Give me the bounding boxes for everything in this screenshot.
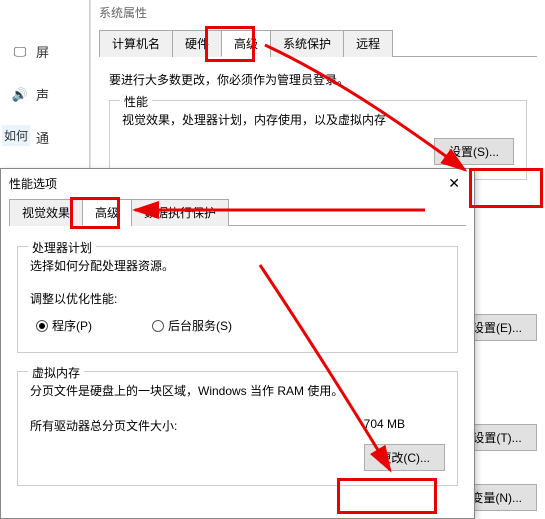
tab-dep[interactable]: 数据执行保护 xyxy=(131,199,229,226)
sound-icon: 🔊 xyxy=(10,87,30,103)
group-legend: 处理器计划 xyxy=(28,239,96,256)
group-legend: 虚拟内存 xyxy=(28,364,84,381)
adjust-label: 调整以优化性能: xyxy=(30,290,445,307)
tab-advanced[interactable]: 高级 xyxy=(82,199,132,226)
radio-dot-icon xyxy=(36,320,48,332)
howto-fragment: 如何 xyxy=(2,125,30,146)
vm-total-value: 704 MB xyxy=(364,417,405,434)
performance-options-window: 性能选项 ✕ 视觉效果 高级 数据执行保护 处理器计划 选择如何分配处理器资源。… xyxy=(0,168,475,519)
sidebar-item-label: 声 xyxy=(36,85,49,104)
close-button[interactable]: ✕ xyxy=(442,175,466,192)
radio-label: 后台服务(S) xyxy=(168,317,232,334)
tab-computer-name[interactable]: 计算机名 xyxy=(99,30,173,57)
radio-programs[interactable]: 程序(P) xyxy=(36,317,92,334)
tab-hardware[interactable]: 硬件 xyxy=(172,30,222,57)
performance-desc: 视觉效果，处理器计划，内存使用，以及虚拟内存 xyxy=(122,111,514,128)
processor-scheduling-group: 处理器计划 选择如何分配处理器资源。 调整以优化性能: 程序(P) 后台服务(S… xyxy=(17,246,458,353)
group-legend: 性能 xyxy=(120,93,152,110)
tab-visual-effects[interactable]: 视觉效果 xyxy=(9,199,83,226)
radio-background-services[interactable]: 后台服务(S) xyxy=(152,317,232,334)
tab-remote[interactable]: 远程 xyxy=(343,30,393,57)
sidebar-item-display[interactable]: 🖵 屏 xyxy=(0,30,89,73)
sidebar-item-label: 屏 xyxy=(36,42,49,61)
tab-advanced[interactable]: 高级 xyxy=(221,30,271,57)
vm-total-label: 所有驱动器总分页文件大小: xyxy=(30,417,177,434)
vm-desc: 分页文件是硬盘上的一块区域，Windows 当作 RAM 使用。 xyxy=(30,382,445,399)
window-title: 系统属性 xyxy=(91,0,545,25)
radio-label: 程序(P) xyxy=(52,317,92,334)
radio-dot-icon xyxy=(152,320,164,332)
display-icon: 🖵 xyxy=(10,44,30,60)
tab-system-protection[interactable]: 系统保护 xyxy=(270,30,344,57)
sidebar-item-sound[interactable]: 🔊 声 xyxy=(0,73,89,116)
perfopt-tabstrip: 视觉效果 高级 数据执行保护 xyxy=(9,198,466,226)
settings-s-button[interactable]: 设置(S)... xyxy=(434,138,514,165)
change-button[interactable]: 更改(C)... xyxy=(364,444,445,471)
sysprops-tabstrip: 计算机名 硬件 高级 系统保护 远程 xyxy=(99,29,537,57)
sidebar-item-label: 通 xyxy=(36,128,49,147)
sched-desc: 选择如何分配处理器资源。 xyxy=(30,257,445,274)
virtual-memory-group: 虚拟内存 分页文件是硬盘上的一块区域，Windows 当作 RAM 使用。 所有… xyxy=(17,371,458,486)
admin-note: 要进行大多数更改，你必须作为管理员登录。 xyxy=(109,71,527,88)
window-title: 性能选项 xyxy=(9,175,57,192)
